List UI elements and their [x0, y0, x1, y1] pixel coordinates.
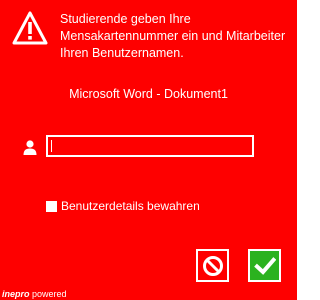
checkmark-icon: [253, 256, 276, 275]
remember-details-row[interactable]: Benutzerdetails bewahren: [46, 199, 200, 213]
user-icon: [23, 140, 37, 155]
login-dialog: Studierende geben Ihre Mensakartennummer…: [0, 0, 297, 300]
warning-icon: [12, 11, 48, 45]
document-title: Microsoft Word - Dokument1: [69, 87, 228, 101]
ok-button[interactable]: [248, 249, 281, 282]
username-input[interactable]: [48, 137, 252, 155]
remember-checkbox-label[interactable]: Benutzerdetails bewahren: [61, 199, 200, 213]
username-field[interactable]: [46, 135, 254, 157]
powered-text: powered: [32, 289, 67, 299]
brand-name: inepro: [2, 289, 30, 299]
remember-checkbox[interactable]: [46, 200, 57, 212]
instruction-message: Studierende geben Ihre Mensakartennummer…: [60, 12, 286, 60]
powered-by-footer: inepro powered: [2, 289, 67, 299]
cancel-button[interactable]: [196, 249, 229, 282]
no-entry-icon: [202, 255, 223, 276]
